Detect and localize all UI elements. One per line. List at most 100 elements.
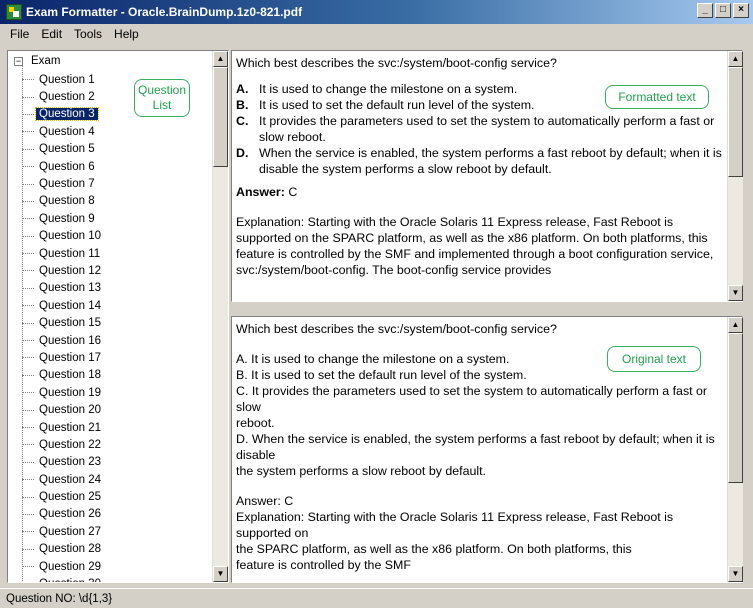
tree-scroll-thumb[interactable] [213,67,228,167]
app-icon[interactable] [6,4,22,20]
tree-item[interactable]: Question 10 [22,228,212,245]
tree-branch-line [22,461,34,463]
tree-item-label[interactable]: Question 24 [36,474,104,486]
original-text-line: the SPARC platform, as well as the x86 p… [236,542,632,556]
menu-edit[interactable]: Edit [35,27,68,41]
tree-item[interactable]: Question 9 [22,210,212,227]
tree-item-label[interactable]: Question 21 [36,422,104,434]
tree-item[interactable]: Question 17 [22,349,212,366]
collapse-icon[interactable]: − [14,56,23,66]
scroll-down-arrow-icon[interactable]: ▼ [213,566,228,582]
tree-item-label[interactable]: Question 26 [36,508,104,520]
tree-item-label[interactable]: Question 3 [35,107,99,122]
tree-branch-line [22,148,34,150]
pane-splitter[interactable] [231,303,743,315]
tree-item-label[interactable]: Question 2 [36,91,98,103]
tree-item-label[interactable]: Question 18 [36,369,104,381]
tree-item-label[interactable]: Question 29 [36,561,104,573]
tree-branch-line [22,531,34,533]
tree-item[interactable]: Question 23 [22,454,212,471]
tree-item-label[interactable]: Question 17 [36,352,104,364]
tree-item-label[interactable]: Question 4 [36,126,98,138]
tree-item-label[interactable]: Question 16 [36,335,104,347]
tree-item-label[interactable]: Question 6 [36,161,98,173]
formatted-scrollbar[interactable]: ▲ ▼ [727,51,743,301]
tree-item-label[interactable]: Question 22 [36,439,104,451]
tree-item[interactable]: Question 12 [22,262,212,279]
tree-item-label[interactable]: Question 20 [36,404,104,416]
tree-branch-line [22,96,34,98]
original-text-line: feature is controlled by the SMF [236,558,411,572]
scroll-up-arrow-icon[interactable]: ▲ [728,317,743,333]
tree-root[interactable]: − Exam [14,53,63,69]
original-text-line: Which best describes the svc:/system/boo… [236,322,557,336]
question-list-annotation: Question List [134,79,190,117]
option-c: C. It provides the parameters used to se… [236,113,724,145]
scroll-up-arrow-icon[interactable]: ▲ [213,51,228,67]
tree-item[interactable]: Question 18 [22,367,212,384]
tree-item-label[interactable]: Question 13 [36,282,104,294]
tree-item[interactable]: Question 27 [22,523,212,540]
maximize-button[interactable]: □ [715,3,731,18]
tree-root-label[interactable]: Exam [28,55,63,67]
tree-item[interactable]: Question 21 [22,419,212,436]
tree-item-label[interactable]: Question 9 [36,213,98,225]
title-bar[interactable]: Exam Formatter - Oracle.BrainDump.1z0-82… [0,0,753,24]
tree-item[interactable]: Question 4 [22,123,212,140]
tree-item[interactable]: Question 26 [22,506,212,523]
tree-item[interactable]: Question 22 [22,436,212,453]
tree-item-label[interactable]: Question 5 [36,143,98,155]
menu-tools[interactable]: Tools [68,27,108,41]
tree-item[interactable]: Question 11 [22,245,212,262]
formatted-scroll-thumb[interactable] [728,67,743,177]
question-tree[interactable]: − Exam Question 1 Question 2 Question 3 Que… [7,50,229,583]
tree-item[interactable]: Question 15 [22,314,212,331]
tree-item-label[interactable]: Question 23 [36,456,104,468]
tree-item[interactable]: Question 25 [22,488,212,505]
tree-item[interactable]: Question 7 [22,175,212,192]
formatted-text-pane[interactable]: Which best describes the svc:/system/boo… [231,50,743,302]
question-list: Question 1 Question 2 Question 3 Question 4… [22,71,212,582]
tree-item[interactable]: Question 30 [22,575,212,582]
tree-item[interactable]: Question 29 [22,558,212,575]
tree-item[interactable]: Question 6 [22,158,212,175]
status-text: Question NO: \d{1,3} [6,592,113,605]
tree-item[interactable]: Question 14 [22,297,212,314]
minimize-button[interactable]: _ [697,3,713,18]
tree-item-label[interactable]: Question 12 [36,265,104,277]
original-scroll-thumb[interactable] [728,333,743,483]
tree-item-label[interactable]: Question 28 [36,543,104,555]
scroll-up-arrow-icon[interactable]: ▲ [728,51,743,67]
tree-item[interactable]: Question 24 [22,471,212,488]
scroll-down-arrow-icon[interactable]: ▼ [728,566,743,582]
tree-item[interactable]: Question 8 [22,193,212,210]
tree-scrollbar[interactable]: ▲ ▼ [212,51,228,582]
menu-file[interactable]: File [4,27,35,41]
tree-item-label[interactable]: Question 1 [36,74,98,86]
tree-branch-line [22,427,34,428]
tree-item-label[interactable]: Question 11 [36,248,103,260]
tree-item-label[interactable]: Question 7 [36,178,98,190]
answer-line: Answer: C [236,184,724,200]
tree-item-label[interactable]: Question 10 [36,230,104,242]
original-scrollbar[interactable]: ▲ ▼ [727,317,743,582]
tree-item-label[interactable]: Question 30 [36,578,104,582]
tree-item-label[interactable]: Question 25 [36,491,104,503]
scroll-down-arrow-icon[interactable]: ▼ [728,285,743,301]
tree-item-label[interactable]: Question 15 [36,317,104,329]
close-button[interactable]: × [733,3,749,18]
tree-item-label[interactable]: Question 19 [36,387,104,399]
tree-item[interactable]: Question 20 [22,401,212,418]
tree-item[interactable]: Question 28 [22,541,212,558]
tree-item[interactable]: Question 16 [22,332,212,349]
option-letter: C. [236,114,249,128]
tree-item[interactable]: Question 5 [22,141,212,158]
tree-item[interactable]: Question 13 [22,280,212,297]
tree-item-label[interactable]: Question 27 [36,526,104,538]
tree-item-label[interactable]: Question 8 [36,195,98,207]
tree-item[interactable]: Question 19 [22,384,212,401]
original-text-pane[interactable]: Which best describes the svc:/system/boo… [231,316,743,583]
tree-item-label[interactable]: Question 14 [36,300,104,312]
menu-help[interactable]: Help [108,27,145,41]
answer-label: Answer: [236,185,285,199]
